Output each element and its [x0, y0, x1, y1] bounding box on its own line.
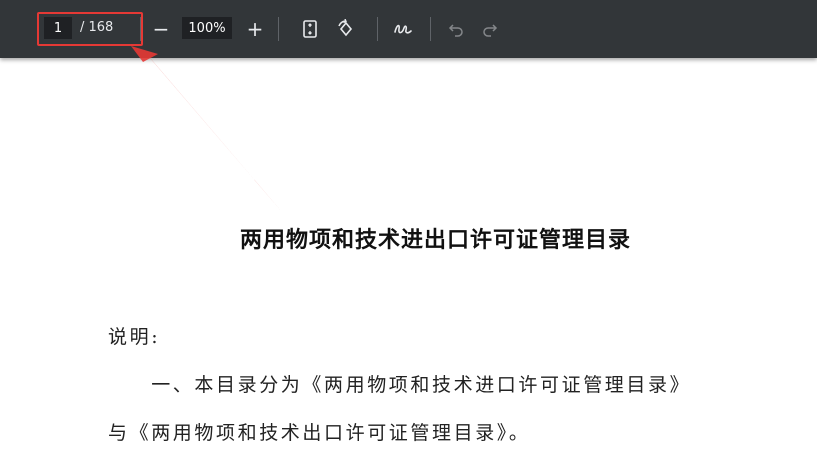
zoom-level-input[interactable]: 100%	[182, 17, 232, 39]
pdf-toolbar: 1 / 168 − 100% +	[0, 0, 817, 58]
redo-button[interactable]	[477, 0, 503, 58]
fit-page-button[interactable]	[297, 0, 323, 58]
zoom-out-icon: −	[152, 17, 170, 41]
zoom-in-icon: +	[246, 17, 264, 41]
zoom-in-button[interactable]: +	[242, 0, 268, 58]
document-paragraph: 一、本目录分为《两用物项和技术进口许可证管理目录》	[108, 374, 692, 396]
document-paragraph: 与《两用物项和技术出口许可证管理目录》。	[108, 422, 531, 444]
highlight-box	[37, 12, 143, 46]
toolbar-separator	[140, 17, 141, 41]
toolbar-separator	[278, 17, 279, 41]
document-paragraph: 说明:	[108, 326, 161, 348]
rotate-icon	[338, 19, 353, 37]
undo-icon	[448, 24, 463, 37]
annotate-pen-icon	[394, 24, 412, 34]
document-title: 两用物项和技术进出口许可证管理目录	[239, 228, 631, 253]
undo-button[interactable]	[443, 0, 469, 58]
fit-page-icon	[303, 20, 317, 38]
toolbar-separator	[377, 17, 378, 41]
rotate-button[interactable]	[333, 0, 359, 58]
zoom-out-button[interactable]: −	[148, 0, 174, 58]
toolbar-separator	[430, 17, 431, 41]
annotate-button[interactable]	[390, 0, 416, 58]
redo-icon	[483, 24, 498, 37]
